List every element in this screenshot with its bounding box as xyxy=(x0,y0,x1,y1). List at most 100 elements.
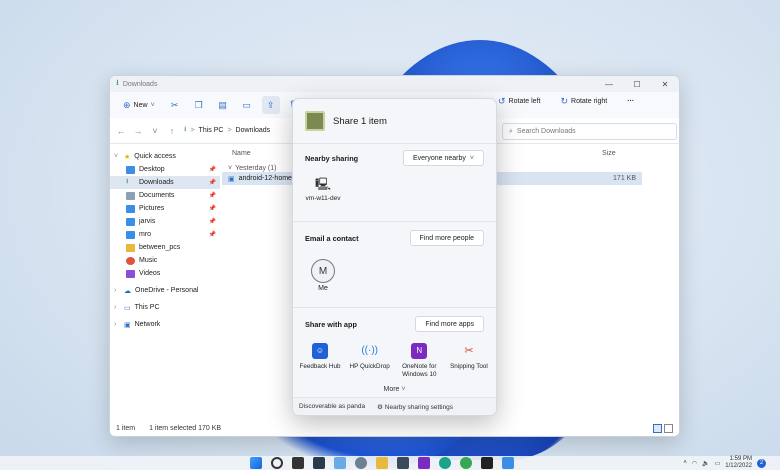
rotate-left-label: Rotate left xyxy=(508,98,541,105)
quickdrop-icon: ((·)) xyxy=(361,345,378,356)
nav-item-mro[interactable]: mro 📌 xyxy=(110,228,220,241)
nav-item-jarvis[interactable]: jarvis 📌 xyxy=(110,215,220,228)
chevron-down-icon: ˅ xyxy=(469,154,474,162)
edge-icon[interactable] xyxy=(439,457,451,469)
app-feedback-hub[interactable]: ☺ Feedback Hub xyxy=(297,343,343,379)
discoverable-text: Discoverable as panda xyxy=(299,403,366,410)
more-apps-toggle[interactable]: More ˅ xyxy=(293,386,496,393)
new-button[interactable]: ⊕ New ˅ xyxy=(118,98,160,113)
nav-quick-access[interactable]: ˅ ★ Quick access xyxy=(110,150,220,163)
nearby-sharing-dropdown[interactable]: Everyone nearby ˅ xyxy=(402,150,484,166)
desktop-icon xyxy=(126,165,135,174)
chevron-down-icon: ˅ xyxy=(150,101,155,109)
nav-item-pictures[interactable]: Pictures 📌 xyxy=(110,202,220,215)
breadcrumb[interactable]: ⭳ > This PC > Downloads xyxy=(184,125,270,136)
app-onenote[interactable]: N OneNote for Windows 10 xyxy=(396,343,442,379)
nearby-device[interactable]: 🖳 vm-w11-dev xyxy=(305,177,341,202)
nearby-settings-link[interactable]: ⚙ Nearby sharing settings xyxy=(377,403,453,411)
nav-item-label: Music xyxy=(139,257,158,264)
nav-item-between-pcs[interactable]: between_pcs xyxy=(110,241,220,254)
close-button[interactable]: ✕ xyxy=(651,80,679,89)
share-dialog: Share 1 item Nearby sharing Everyone nea… xyxy=(292,98,497,416)
column-size-header[interactable]: Size xyxy=(602,150,616,157)
onenote-icon[interactable] xyxy=(418,457,430,469)
chevron-right-icon: › xyxy=(114,321,117,328)
find-more-apps-button[interactable]: Find more apps xyxy=(415,316,484,332)
search-input[interactable]: ⌕ Search Downloads xyxy=(502,123,677,140)
nav-network-label: Network xyxy=(134,321,161,328)
nav-item-label: between_pcs xyxy=(139,244,181,251)
nav-item-label: Downloads xyxy=(139,179,174,186)
nav-item-downloads[interactable]: ⭳ Downloads 📌 xyxy=(110,176,220,189)
avatar[interactable]: M xyxy=(311,259,335,283)
task-view-icon[interactable] xyxy=(292,457,304,469)
onenote-icon: N xyxy=(411,343,428,359)
breadcrumb-downloads[interactable]: Downloads xyxy=(236,127,271,134)
selection-info: 1 item selected 170 KB xyxy=(149,424,222,432)
nav-item-desktop[interactable]: Desktop 📌 xyxy=(110,163,220,176)
avatar-initial: M xyxy=(318,265,328,277)
nav-item-videos[interactable]: Videos xyxy=(110,267,220,280)
file-explorer-icon[interactable] xyxy=(376,457,388,469)
terminal-icon[interactable] xyxy=(313,457,325,469)
app-label: OneNote for Windows 10 xyxy=(402,363,437,378)
nav-item-label: Documents xyxy=(139,192,175,199)
system-tray: ˄ ◠ 🔈 ▭ 1:59 PM 1/12/2022 2 xyxy=(683,456,766,470)
paste-button[interactable]: ▤ xyxy=(214,96,232,114)
nav-quick-access-label: Quick access xyxy=(134,153,176,160)
app-hp-quickdrop[interactable]: ((·)) HP QuickDrop xyxy=(347,343,393,379)
rotate-left-icon: ↺ xyxy=(498,96,506,106)
settings-icon[interactable] xyxy=(355,457,367,469)
app-label: Snipping Tool xyxy=(450,363,488,370)
details-view-icon[interactable] xyxy=(653,423,662,433)
chrome-icon[interactable] xyxy=(460,457,472,469)
recent-chevron-icon[interactable]: ˅ xyxy=(150,126,160,136)
chevron-up-icon[interactable]: ˄ xyxy=(683,460,687,466)
app-icon[interactable] xyxy=(481,457,493,469)
nav-item-label: Videos xyxy=(139,270,161,277)
search-icon: ⌕ xyxy=(509,127,513,135)
nav-item-label: jarvis xyxy=(139,218,156,225)
maximize-button[interactable]: ☐ xyxy=(623,80,651,89)
battery-icon[interactable]: ▭ xyxy=(715,460,721,467)
rotate-left-button[interactable]: ↺ Rotate left xyxy=(493,94,545,109)
downloads-arrow-icon: ⭳ xyxy=(116,78,119,87)
see-more-button[interactable]: ··· xyxy=(622,94,639,109)
rename-button[interactable]: ▭ xyxy=(238,96,256,114)
start-icon[interactable] xyxy=(250,457,262,469)
share-header: Share 1 item xyxy=(293,99,496,143)
notification-badge[interactable]: 2 xyxy=(757,458,766,468)
nav-onedrive[interactable]: › ☁ OneDrive - Personal xyxy=(110,284,220,297)
nav-network[interactable]: › ▣ Network xyxy=(110,318,220,331)
nav-this-pc[interactable]: › ▭ This PC xyxy=(110,301,220,314)
nearby-option: Everyone nearby xyxy=(412,154,466,162)
search-icon[interactable] xyxy=(271,457,283,469)
forward-arrow-icon[interactable]: → xyxy=(133,126,143,136)
copy-button[interactable]: ❐ xyxy=(190,96,208,114)
app-icon[interactable] xyxy=(397,457,409,469)
back-arrow-icon[interactable]: ← xyxy=(116,126,126,136)
find-more-apps-label: Find more apps xyxy=(425,320,474,328)
app-label: Feedback Hub xyxy=(299,363,341,370)
nav-item-documents[interactable]: Documents 📌 xyxy=(110,189,220,202)
tiles-view-icon[interactable] xyxy=(664,423,673,433)
minimize-button[interactable]: — xyxy=(595,80,623,89)
date: 1/12/2022 xyxy=(725,463,752,469)
rename-icon: ▭ xyxy=(242,99,251,110)
share-button[interactable]: ⇪ xyxy=(261,96,280,114)
wifi-icon[interactable]: ◠ xyxy=(692,460,697,467)
nav-item-music[interactable]: Music xyxy=(110,254,220,267)
clock[interactable]: 1:59 PM 1/12/2022 xyxy=(725,456,752,470)
volume-icon[interactable]: 🔈 xyxy=(702,460,709,467)
cut-button[interactable]: ✂ xyxy=(166,96,184,114)
title-bar[interactable]: ⭳ Downloads — ☐ ✕ xyxy=(110,76,679,92)
app-snipping-tool[interactable]: ✂ Snipping Tool xyxy=(446,343,492,379)
up-arrow-icon[interactable]: ↑ xyxy=(167,126,177,136)
find-more-people-button[interactable]: Find more people xyxy=(409,230,484,246)
app-icon[interactable] xyxy=(502,457,514,469)
group-header-label: Yesterday (1) xyxy=(235,164,277,172)
column-name-header[interactable]: Name xyxy=(232,150,251,157)
rotate-right-button[interactable]: ↻ Rotate right xyxy=(555,94,612,109)
breadcrumb-this-pc[interactable]: This PC xyxy=(199,127,224,134)
photos-icon[interactable] xyxy=(334,457,346,469)
